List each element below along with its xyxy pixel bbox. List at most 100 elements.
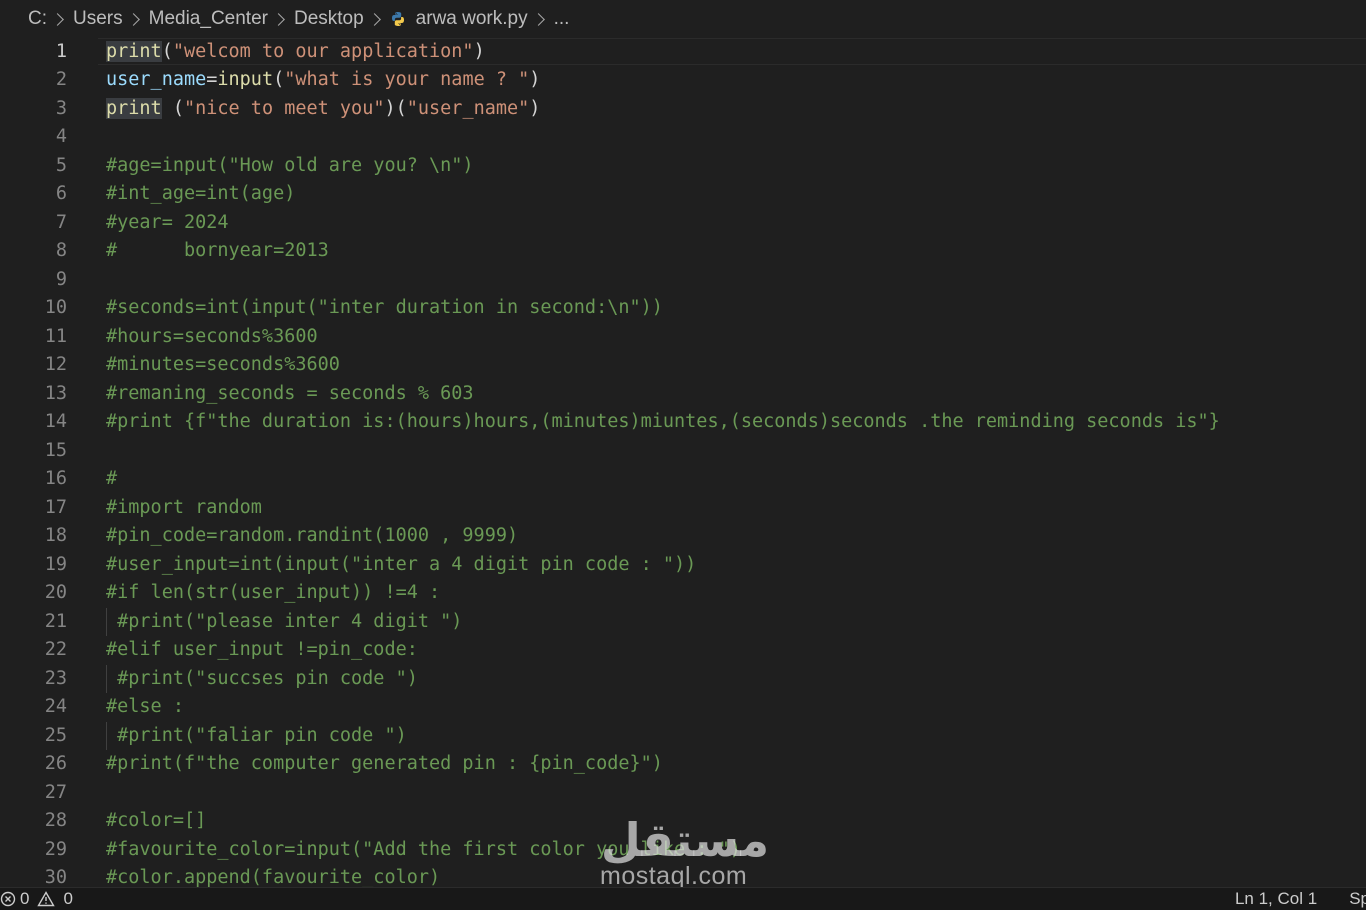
- code-token: #if len(str(user_input)) !=4 :: [106, 582, 441, 603]
- chevron-right-icon: [531, 12, 545, 26]
- line-number: 20: [44, 582, 67, 603]
- code-token: #favourite_color=input("Add the first co…: [106, 838, 741, 860]
- code-line[interactable]: 4: [0, 123, 1366, 152]
- code-token: #int_age=int(age): [106, 183, 296, 204]
- code-text: #if len(str(user_input)) !=4 :: [106, 579, 440, 608]
- line-number: 23: [44, 667, 67, 689]
- code-line[interactable]: 26 #print(f"the computer generated pin : …: [0, 750, 1366, 779]
- line-number: 17: [44, 496, 67, 518]
- code-line[interactable]: 21 #print("please inter 4 digit "): [0, 607, 1366, 637]
- code-line[interactable]: 18 #pin_code=random.randint(1000 , 9999): [0, 522, 1366, 551]
- code-line[interactable]: 16 #: [0, 465, 1366, 494]
- code-text: #print {f"the duration is:(hours)hours,(…: [106, 408, 1220, 437]
- code-text: #favourite_color=input("Add the first co…: [106, 836, 741, 865]
- code-line[interactable]: 30 #color.append(favourite_color): [0, 864, 1366, 887]
- code-token: #print("succses pin code "): [106, 667, 418, 689]
- line-number: 26: [44, 753, 67, 774]
- code-line[interactable]: 8 # bornyear=2013: [0, 237, 1366, 266]
- code-token: "nice to meet you": [183, 97, 385, 119]
- code-token: # bornyear=2013: [106, 240, 329, 261]
- error-icon: [0, 891, 16, 907]
- breadcrumb-symbols[interactable]: ...: [554, 8, 570, 30]
- code-token: #minutes=seconds%3600: [106, 354, 340, 375]
- code-token: #else :: [106, 696, 184, 717]
- code-token: #print(f"the computer generated pin : {p…: [106, 753, 663, 774]
- code-token: #remaning_seconds = seconds % 603: [106, 382, 474, 404]
- problems-indicator[interactable]: 0 0: [0, 888, 73, 910]
- code-line[interactable]: 19 #user_input=int(input("inter a 4 digit…: [0, 551, 1366, 580]
- code-text: print ("nice to meet you")("user_name"): [106, 95, 540, 124]
- code-line[interactable]: 3 print ("nice to meet you")("user_name"): [0, 95, 1366, 124]
- code-line[interactable]: 14 #print {f"the duration is:(hours)hours…: [0, 408, 1366, 437]
- code-text: #print("please inter 4 digit "): [106, 608, 462, 637]
- code-line[interactable]: 25 #print("faliar pin code "): [0, 721, 1366, 750]
- breadcrumb-media-center[interactable]: Media_Center: [149, 8, 268, 30]
- code-token: (: [161, 40, 173, 62]
- code-line[interactable]: 6 #int_age=int(age): [0, 180, 1366, 209]
- code-text: #print("succses pin code "): [106, 665, 418, 694]
- code-text: #seconds=int(input("inter duration in se…: [106, 294, 663, 323]
- code-line[interactable]: 28 #color=[]: [0, 807, 1366, 836]
- code-line[interactable]: 11 #hours=seconds%3600: [0, 323, 1366, 352]
- code-token: input: [217, 69, 274, 90]
- code-text: #year= 2024: [106, 209, 229, 238]
- code-token: "what is your name ? ": [284, 69, 530, 90]
- breadcrumb-desktop[interactable]: Desktop: [294, 8, 364, 30]
- line-number: 1: [55, 40, 67, 62]
- code-text: #print(f"the computer generated pin : {p…: [106, 750, 663, 779]
- code-token: #print {f"the duration is:(hours)hours,(…: [106, 411, 1220, 432]
- code-text: #remaning_seconds = seconds % 603: [106, 380, 474, 409]
- code-token: print: [106, 40, 162, 62]
- code-editor[interactable]: 1 print("welcom to our application") 2 user…: [0, 38, 1366, 887]
- code-token: #pin_code=random.randint(1000 , 9999): [106, 525, 519, 546]
- line-number: 27: [44, 781, 67, 803]
- code-token: "user_name": [406, 97, 530, 119]
- python-file-icon: [391, 12, 404, 26]
- code-text: print("welcom to our application"): [106, 38, 485, 66]
- warning-icon: [37, 891, 56, 907]
- code-line[interactable]: 1 print("welcom to our application"): [0, 38, 1366, 66]
- code-line[interactable]: 22 #elif user_input !=pin_code:: [0, 636, 1366, 665]
- code-line[interactable]: 7 #year= 2024: [0, 209, 1366, 238]
- code-line[interactable]: 10 #seconds=int(input("inter duration in …: [0, 294, 1366, 323]
- code-line[interactable]: 5 #age=input("How old are you? \n"): [0, 152, 1366, 181]
- indentation-setting[interactable]: Sp: [1349, 889, 1366, 909]
- code-text: #hours=seconds%3600: [106, 323, 318, 352]
- code-token: #import random: [106, 496, 262, 518]
- line-number: 13: [44, 382, 67, 404]
- chevron-right-icon: [367, 12, 381, 26]
- code-token: user_name: [106, 69, 207, 90]
- line-number: 30: [44, 867, 67, 887]
- line-number: 19: [44, 553, 67, 575]
- code-line[interactable]: 9: [0, 266, 1366, 295]
- code-token: "welcom to our application": [172, 40, 474, 62]
- code-token: #user_input=int(input("inter a 4 digit p…: [106, 553, 697, 575]
- code-token: =: [206, 69, 218, 90]
- code-line[interactable]: 13 #remaning_seconds = seconds % 603: [0, 380, 1366, 409]
- code-line[interactable]: 27: [0, 779, 1366, 808]
- code-line[interactable]: 17 #import random: [0, 494, 1366, 523]
- breadcrumb-file[interactable]: arwa work.py: [416, 8, 528, 30]
- code-token: ): [529, 69, 541, 90]
- scrollbar-thumb[interactable]: [1352, 58, 1366, 118]
- code-line[interactable]: 23 #print("succses pin code "): [0, 664, 1366, 694]
- line-number: 2: [55, 69, 67, 90]
- breadcrumb-drive[interactable]: C:: [28, 8, 47, 30]
- line-number: 4: [55, 126, 67, 147]
- code-token: #print("please inter 4 digit "): [106, 610, 463, 632]
- code-line[interactable]: 20 #if len(str(user_input)) !=4 :: [0, 579, 1366, 608]
- breadcrumb-users[interactable]: Users: [73, 8, 123, 30]
- code-line[interactable]: 12 #minutes=seconds%3600: [0, 351, 1366, 380]
- code-text: #import random: [106, 494, 262, 523]
- vertical-scrollbar[interactable]: [1352, 38, 1366, 887]
- code-line[interactable]: 24 #else :: [0, 693, 1366, 722]
- code-line[interactable]: 2 user_name=input("what is your name ? "): [0, 66, 1366, 95]
- cursor-position[interactable]: Ln 1, Col 1: [1235, 889, 1317, 909]
- code-line[interactable]: 29 #favourite_color=input("Add the first …: [0, 836, 1366, 865]
- code-line[interactable]: 15: [0, 437, 1366, 466]
- chevron-right-icon: [272, 12, 285, 26]
- code-token: print: [106, 97, 162, 119]
- code-token: #age=input("How old are you? \n"): [106, 154, 474, 176]
- code-text: #user_input=int(input("inter a 4 digit p…: [106, 551, 696, 580]
- line-number: 8: [55, 240, 67, 261]
